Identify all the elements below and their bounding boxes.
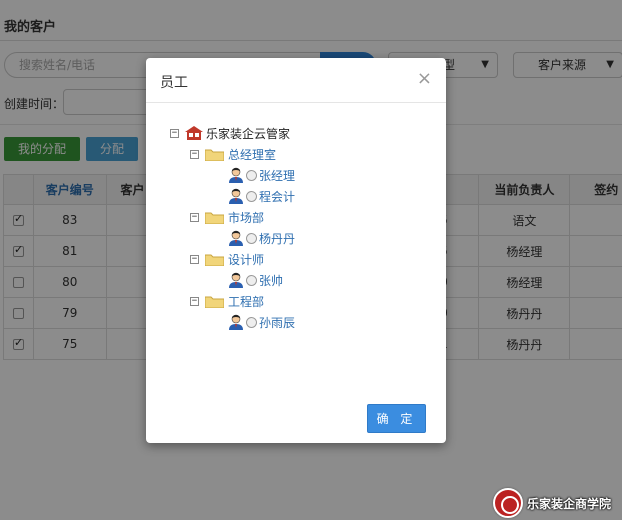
- tree-node-member[interactable]: 杨丹丹: [228, 229, 295, 247]
- tree-group-label[interactable]: 总经理室: [228, 146, 276, 163]
- tree-node-member[interactable]: 孙雨辰: [228, 313, 295, 331]
- modal-title: 员工: [160, 75, 188, 91]
- watermark-text: 乐家装企商学院: [527, 496, 612, 511]
- collapse-toggle-icon[interactable]: −: [190, 254, 199, 264]
- tree-member-label[interactable]: 程会计: [259, 188, 295, 205]
- tree-member-label[interactable]: 孙雨辰: [259, 314, 295, 331]
- tree-node-group[interactable]: − 工程部: [190, 292, 264, 310]
- folder-icon: [204, 295, 225, 308]
- tree-member-label[interactable]: 杨丹丹: [259, 230, 295, 247]
- folder-icon: [204, 211, 225, 224]
- member-radio[interactable]: [246, 232, 257, 244]
- collapse-toggle-icon[interactable]: −: [170, 128, 179, 138]
- folder-icon: [204, 148, 225, 161]
- tree-root-label[interactable]: 乐家装企云管家: [206, 125, 290, 142]
- folder-icon: [204, 253, 225, 266]
- user-icon: [228, 272, 244, 288]
- collapse-toggle-icon[interactable]: −: [190, 296, 199, 306]
- tree-group-label[interactable]: 市场部: [228, 209, 264, 226]
- confirm-button[interactable]: 确 定: [367, 404, 426, 433]
- user-icon: [228, 167, 244, 183]
- home-icon: [185, 126, 203, 140]
- tree-node-root[interactable]: − 乐家装企云管家: [170, 124, 290, 142]
- tree-node-member[interactable]: 张帅: [228, 271, 283, 289]
- tree-group-label[interactable]: 工程部: [228, 293, 264, 310]
- tree-group-label[interactable]: 设计师: [228, 251, 264, 268]
- customer-page: 我的客户 型 ▼ 客户来源 ▼ 创建时间： 我的分配 分配 客户编号 客户 式 …: [0, 0, 622, 520]
- member-radio[interactable]: [246, 274, 257, 286]
- user-icon: [228, 230, 244, 246]
- employee-modal: 员工 × − 乐家装企云管家 − 总经理室 张经理 程会计 − 市场部 杨丹丹 − 设计师 张帅 − 工程…: [146, 58, 446, 443]
- user-icon: [228, 314, 244, 330]
- close-icon[interactable]: ×: [417, 68, 432, 89]
- collapse-toggle-icon[interactable]: −: [190, 212, 199, 222]
- tree-member-label[interactable]: 张帅: [259, 272, 283, 289]
- tree-node-group[interactable]: − 设计师: [190, 250, 264, 268]
- tree-node-member[interactable]: 程会计: [228, 187, 295, 205]
- tree-node-member[interactable]: 张经理: [228, 166, 295, 184]
- member-radio[interactable]: [246, 316, 257, 328]
- user-icon: [228, 188, 244, 204]
- collapse-toggle-icon[interactable]: −: [190, 149, 199, 159]
- seal-logo-icon: [493, 488, 523, 518]
- tree-node-group[interactable]: − 总经理室: [190, 145, 276, 163]
- member-radio[interactable]: [246, 190, 257, 202]
- member-radio[interactable]: [246, 169, 257, 181]
- tree-member-label[interactable]: 张经理: [259, 167, 295, 184]
- tree-node-group[interactable]: − 市场部: [190, 208, 264, 226]
- watermark: 乐家装企商学院: [493, 488, 611, 518]
- modal-divider: [146, 102, 446, 103]
